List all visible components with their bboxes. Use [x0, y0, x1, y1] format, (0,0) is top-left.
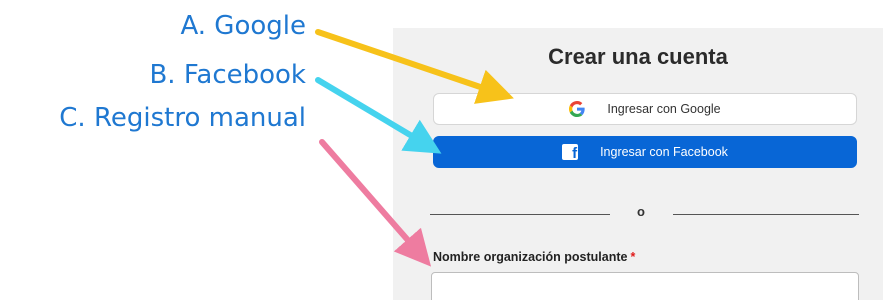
google-icon	[569, 101, 586, 117]
google-login-label: Ingresar con Google	[607, 102, 721, 116]
org-name-label-text: Nombre organización postulante	[433, 250, 628, 264]
google-login-button[interactable]: Ingresar con Google	[433, 93, 857, 125]
annotated-screenshot: A. Google B. Facebook C. Registro manual…	[0, 0, 883, 300]
annotation-facebook: B. Facebook	[149, 60, 306, 90]
facebook-icon: f	[562, 144, 579, 160]
page-title: Crear una cuenta	[548, 44, 728, 69]
annotation-google: A. Google	[180, 11, 306, 41]
facebook-login-button[interactable]: f Ingresar con Facebook	[433, 136, 857, 168]
signup-panel: Crear una cuenta Ingresar con Google f I…	[393, 28, 883, 300]
divider-left	[430, 214, 610, 215]
org-name-input[interactable]	[431, 272, 859, 300]
org-name-label: Nombre organización postulante *	[433, 250, 635, 264]
divider-right	[673, 214, 859, 215]
annotation-manual-registration: C. Registro manual	[59, 103, 306, 133]
facebook-login-label: Ingresar con Facebook	[600, 145, 728, 159]
required-marker: *	[630, 250, 636, 264]
divider-text: o	[637, 204, 645, 219]
